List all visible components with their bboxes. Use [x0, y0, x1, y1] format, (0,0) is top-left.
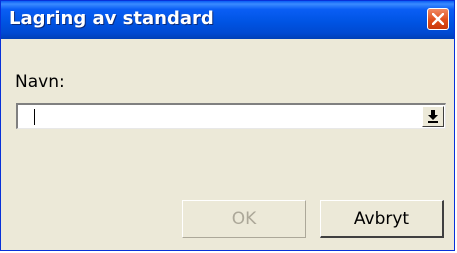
- close-icon: [432, 13, 444, 25]
- close-button[interactable]: [427, 8, 449, 30]
- name-label: Navn:: [15, 72, 65, 92]
- dialog-title: Lagring av standard: [9, 8, 214, 29]
- dialog-window: Lagring av standard Navn: OK Avbryt: [0, 0, 455, 251]
- dropdown-button[interactable]: [422, 106, 444, 127]
- title-bar[interactable]: Lagring av standard: [1, 1, 454, 39]
- cancel-button[interactable]: Avbryt: [320, 200, 444, 238]
- text-cursor: [34, 109, 35, 125]
- download-arrow-icon: [428, 110, 438, 123]
- name-combobox[interactable]: [16, 103, 446, 129]
- ok-button[interactable]: OK: [182, 200, 306, 238]
